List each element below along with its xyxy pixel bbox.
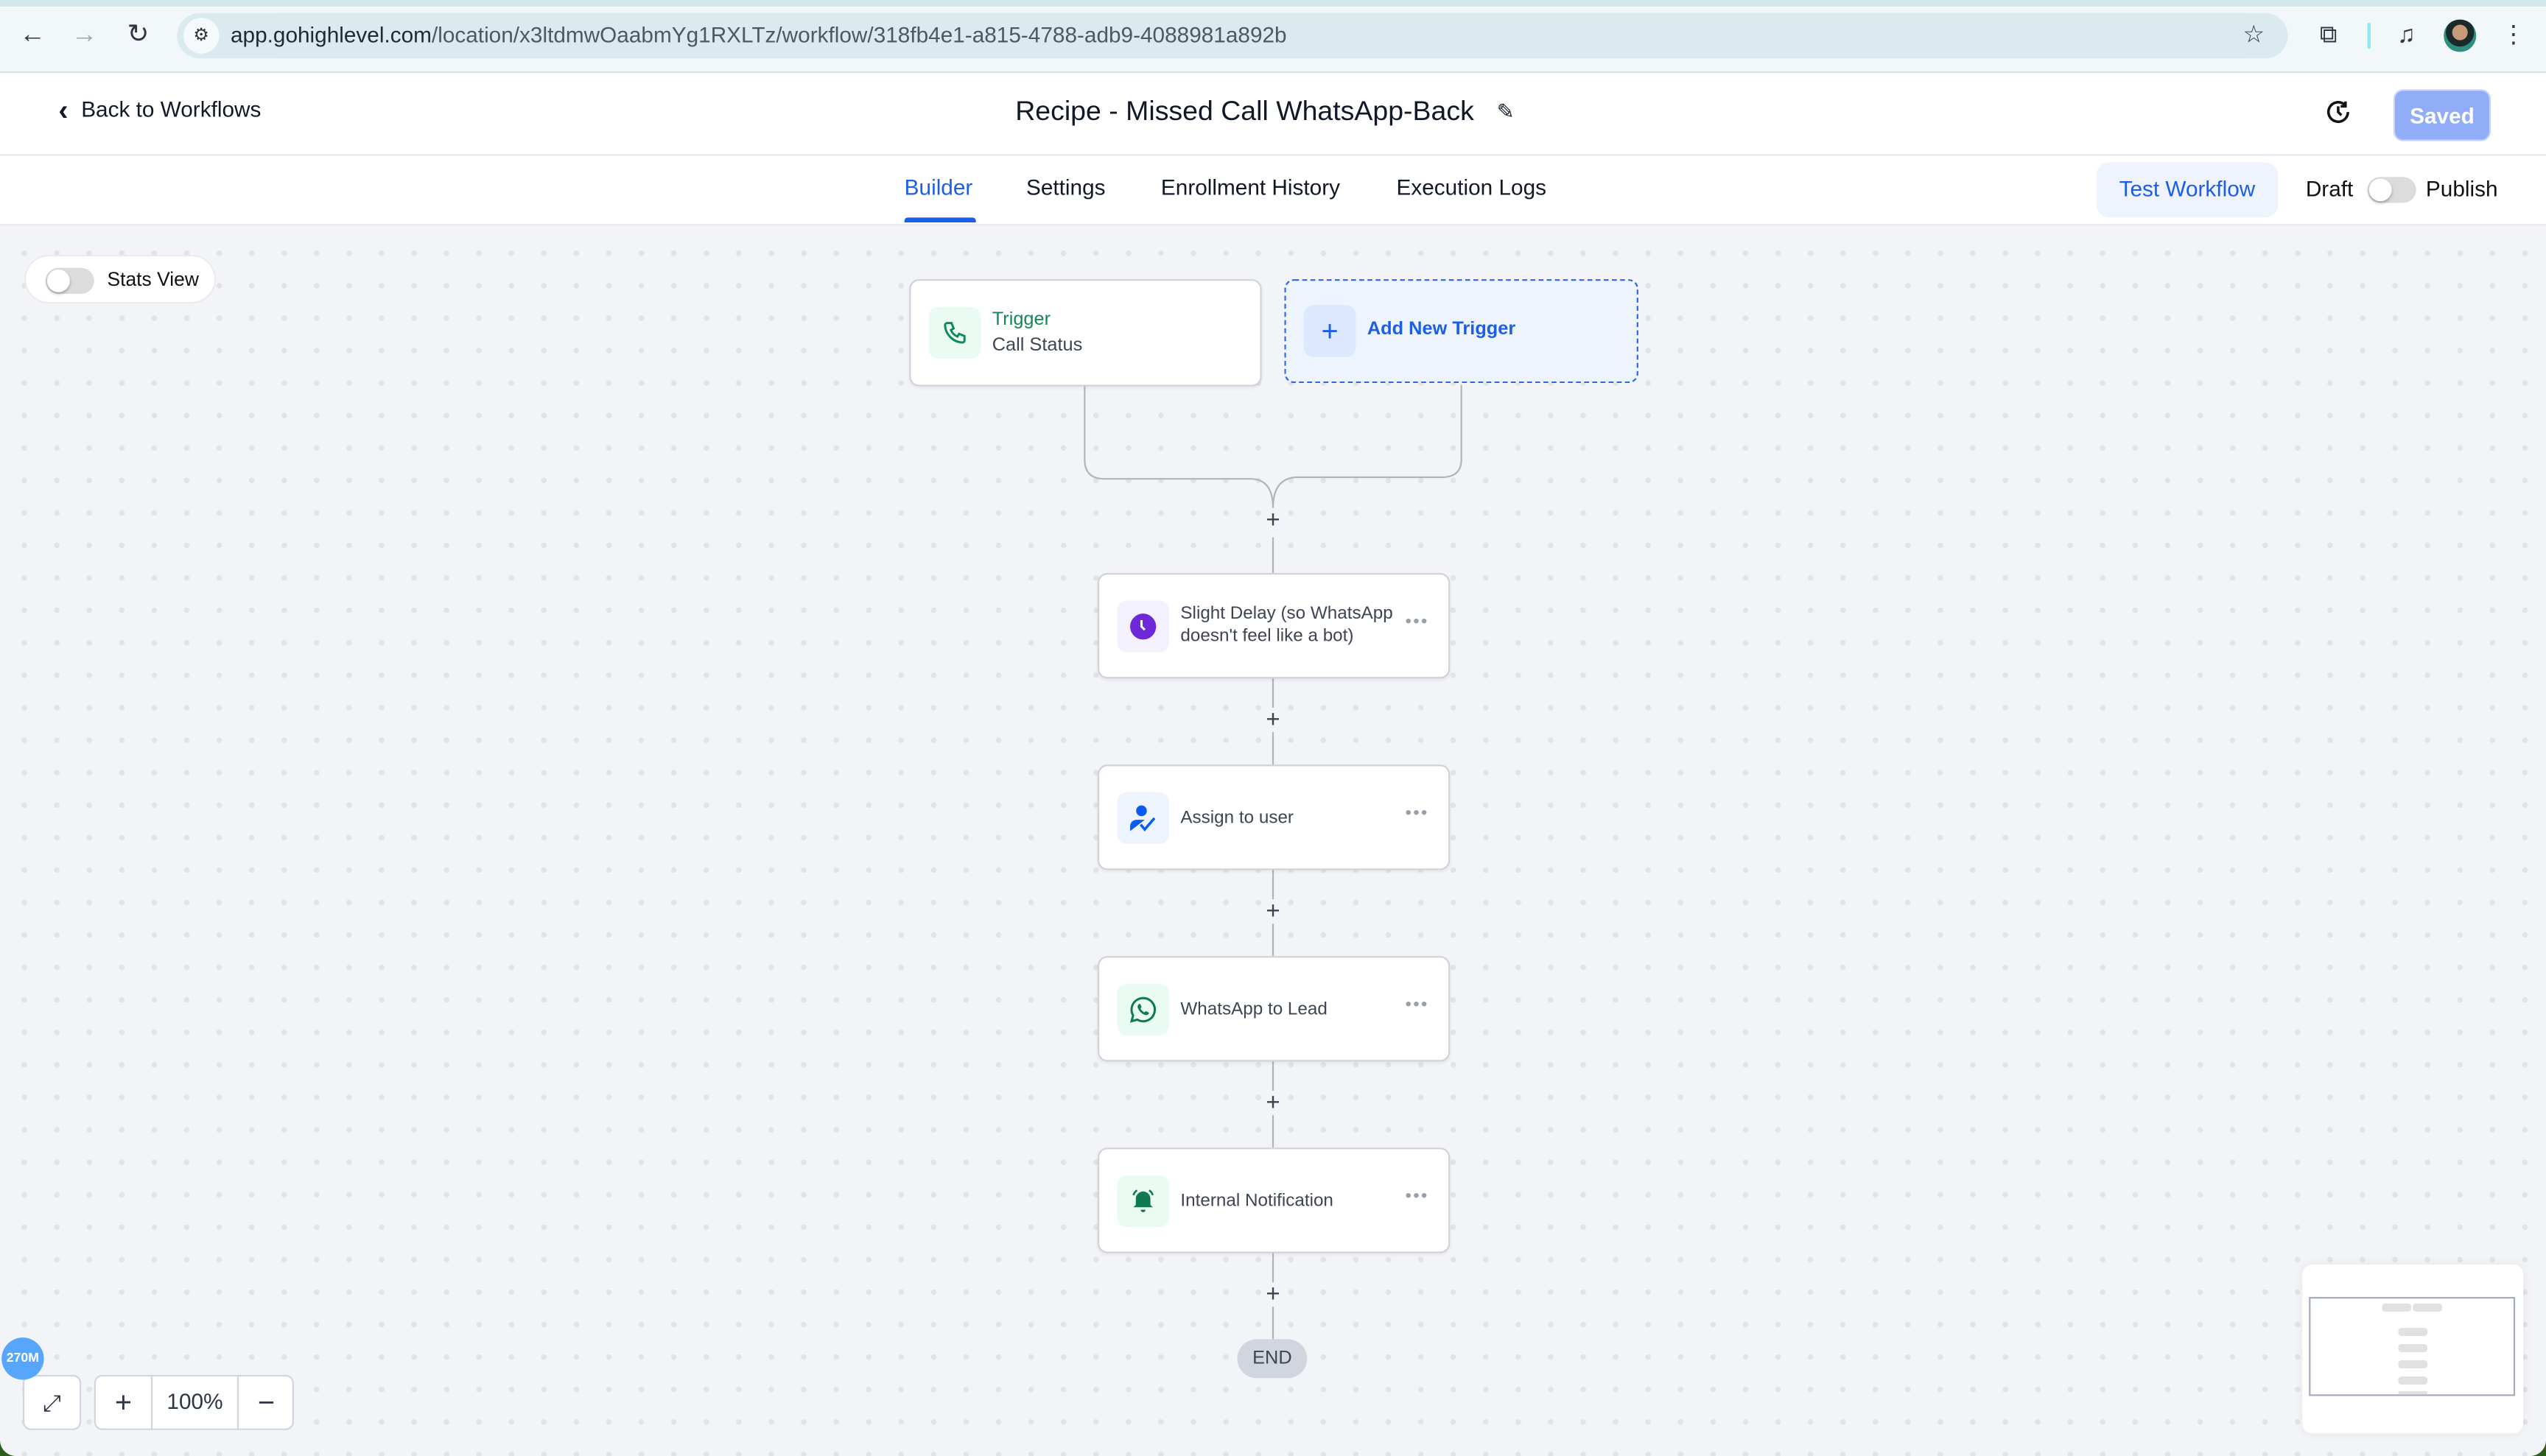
minimap-trigger [2382, 1303, 2412, 1312]
clock-icon [1130, 613, 1157, 640]
test-workflow-button[interactable]: Test Workflow [2096, 162, 2279, 218]
minimap-step [2398, 1327, 2428, 1336]
step-card-assign-user[interactable]: Assign to user ••• [1097, 764, 1451, 871]
step-label: Internal Notification [1180, 1191, 1333, 1211]
minimap-step [2398, 1360, 2428, 1369]
toggle-knob [46, 269, 70, 292]
tab-bar: Builder Settings Enrollment History Exec… [0, 155, 2546, 226]
tab-enrollment-history[interactable]: Enrollment History [1161, 175, 1340, 200]
step-card-whatsapp[interactable]: WhatsApp to Lead ••• [1097, 956, 1451, 1062]
workflow-canvas[interactable]: Stats View Trigger Call Status + Add New… [0, 225, 2546, 1456]
end-node: END [1237, 1339, 1308, 1379]
tab-strip [0, 0, 2546, 7]
tab-builder[interactable]: Builder [905, 175, 973, 200]
active-tab-indicator [904, 217, 976, 222]
stats-view-control[interactable]: Stats View [24, 255, 217, 304]
zoom-in-button[interactable]: + [96, 1376, 153, 1429]
minimap[interactable] [2302, 1264, 2524, 1434]
site-settings-icon[interactable]: ⚙ [183, 18, 220, 54]
publish-label: Publish [2425, 177, 2498, 202]
step-label: Assign to user [1180, 808, 1294, 829]
plus-icon: + [1303, 305, 1356, 357]
fit-to-screen-button[interactable]: ⤢ [22, 1374, 82, 1430]
step-card-internal-notification[interactable]: Internal Notification ••• [1097, 1147, 1451, 1253]
trigger-subtitle: Call Status [992, 336, 1083, 356]
bookmark-star-icon[interactable]: ☆ [2237, 19, 2270, 52]
add-step-plus[interactable]: + [1263, 1282, 1283, 1306]
minimap-viewport[interactable] [2309, 1297, 2516, 1396]
browser-toolbar: ← → ↻ ⚙ app.gohighlevel.com/location/x3l… [0, 0, 2546, 74]
more-menu-icon[interactable]: ⋮ [2497, 19, 2530, 52]
zoom-out-button[interactable]: − [236, 1376, 294, 1429]
workflow-header: ‹ Back to Workflows Recipe - Missed Call… [0, 73, 2546, 156]
add-new-trigger-button[interactable]: + Add New Trigger [1284, 279, 1638, 384]
minimap-step [2398, 1343, 2428, 1353]
whatsapp-icon [1129, 996, 1157, 1023]
add-step-plus[interactable]: + [1263, 708, 1283, 732]
profile-avatar[interactable] [2444, 19, 2477, 52]
minimap-end [2398, 1390, 2428, 1395]
more-options-icon[interactable]: ••• [1406, 613, 1429, 630]
trigger-card[interactable]: Trigger Call Status [909, 279, 1262, 387]
forward-arrow-icon[interactable]: → [69, 19, 101, 52]
url-host: app.gohighlevel.com [230, 22, 432, 47]
zoom-controls: + 100% − [94, 1374, 294, 1430]
step-icon-box [1117, 983, 1169, 1036]
trigger-connector [1084, 384, 1274, 508]
app-window: ← → ↻ ⚙ app.gohighlevel.com/location/x3l… [0, 0, 2546, 1456]
step-label: Slight Delay (so WhatsApp doesn't feel l… [1180, 603, 1393, 647]
extensions-icon[interactable]: ⧉ [2312, 19, 2345, 52]
url-text: app.gohighlevel.com/location/x3ltdmwOaab… [231, 23, 1287, 47]
add-trigger-connector [1272, 384, 1462, 508]
trigger-icon-box [928, 306, 981, 359]
reload-icon[interactable]: ↻ [122, 19, 154, 52]
step-card-delay[interactable]: Slight Delay (so WhatsApp doesn't feel l… [1097, 573, 1451, 679]
more-options-icon[interactable]: ••• [1406, 1187, 1429, 1205]
saved-button[interactable]: Saved [2393, 89, 2491, 141]
trigger-title: Trigger [992, 309, 1051, 330]
draft-label: Draft [2305, 177, 2354, 202]
step-icon-box [1117, 600, 1169, 653]
bell-icon [1132, 1189, 1154, 1212]
memory-badge: 270M [1, 1337, 44, 1380]
step-icon-box [1117, 792, 1169, 845]
version-history-icon[interactable] [2322, 96, 2354, 128]
step-icon-box [1117, 1175, 1169, 1228]
stats-view-label: Stats View [107, 267, 199, 291]
stats-view-toggle[interactable] [45, 267, 94, 294]
add-step-plus[interactable]: + [1263, 899, 1283, 924]
address-bar[interactable]: ⚙ app.gohighlevel.com/location/x3ltdmwOa… [177, 13, 2288, 59]
publish-toggle[interactable] [2367, 177, 2416, 203]
toggle-knob [2368, 178, 2392, 202]
workflow-title-area: Recipe - Missed Call WhatsApp-Back ✎ [0, 96, 2546, 128]
tab-execution-logs[interactable]: Execution Logs [1397, 175, 1546, 200]
add-step-plus[interactable]: + [1263, 508, 1283, 532]
step-label: WhatsApp to Lead [1180, 999, 1328, 1020]
expand-arrows-icon: ⤢ [43, 1389, 61, 1415]
zoom-level: 100% [166, 1389, 223, 1414]
phone-icon [944, 322, 966, 344]
workflow-title: Recipe - Missed Call WhatsApp-Back [1015, 96, 1474, 127]
user-check-icon [1130, 805, 1156, 832]
minimap-add-trigger [2413, 1303, 2442, 1312]
more-options-icon[interactable]: ••• [1406, 996, 1429, 1013]
back-arrow-icon[interactable]: ← [16, 19, 49, 52]
tab-settings[interactable]: Settings [1026, 175, 1106, 200]
minimap-step [2398, 1376, 2428, 1385]
add-new-trigger-label: Add New Trigger [1367, 320, 1516, 340]
edit-pencil-icon[interactable]: ✎ [1497, 99, 1515, 124]
url-path: /location/x3ltdmwOaabmYg1RXLTz/workflow/… [431, 22, 1287, 47]
toolbar-divider [2367, 22, 2371, 49]
add-step-plus[interactable]: + [1263, 1091, 1283, 1115]
more-options-icon[interactable]: ••• [1406, 804, 1429, 822]
media-control-icon[interactable]: ♫ [2390, 19, 2422, 52]
